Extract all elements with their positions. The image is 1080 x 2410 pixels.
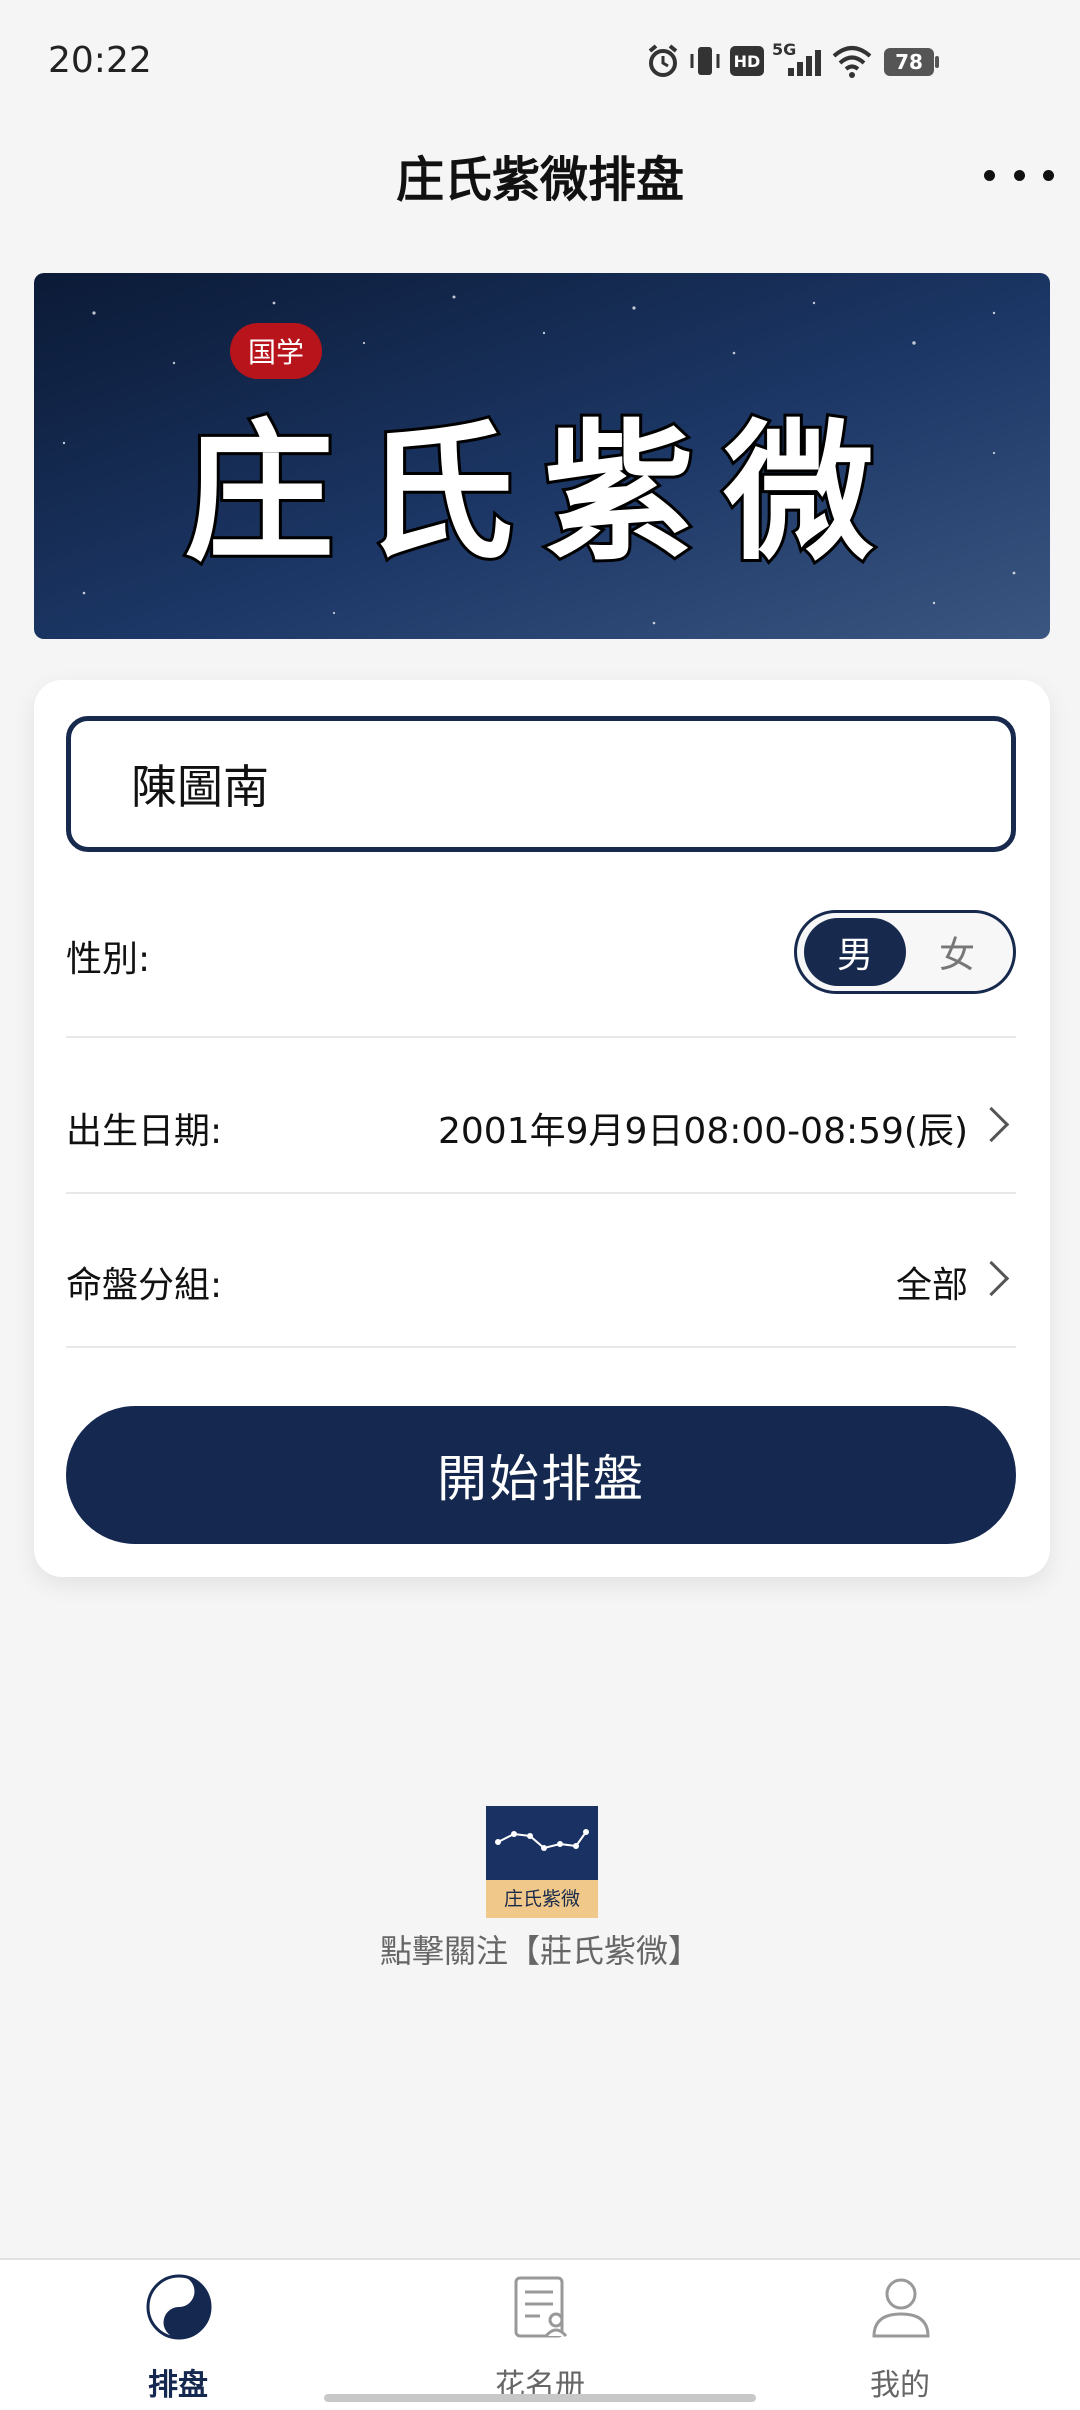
gender-option-male[interactable]: 男 <box>804 918 906 986</box>
chart-group-value: 全部 <box>895 1265 968 1306</box>
alarm-icon <box>648 44 678 77</box>
nav-label: 我的 <box>870 2368 930 2403</box>
banner-badge: 国学 <box>230 323 322 379</box>
status-bar: 20:22 HD 5G 78 <box>0 0 1080 120</box>
banner-title: 庄氏紫微 <box>181 402 904 584</box>
gender-option-female[interactable]: 女 <box>906 918 1008 986</box>
status-time: 20:22 <box>48 40 152 81</box>
vibrate-icon <box>690 47 720 75</box>
user-profile-icon <box>872 2278 930 2338</box>
banner[interactable]: 国学 庄氏紫微 <box>34 273 1050 639</box>
battery-tip <box>935 56 939 68</box>
birth-date-value: 2001年9月9日08:00-08:59(辰) <box>438 1111 968 1152</box>
page-title: 庄氏紫微排盘 <box>395 152 684 208</box>
chevron-right-icon <box>973 1106 1010 1143</box>
follow-logo[interactable]: 庄氏紫微 <box>486 1806 598 1918</box>
battery-icon: 78 <box>884 48 934 76</box>
dot <box>1043 169 1054 181</box>
battery-level: 78 <box>895 50 923 74</box>
chart-group-row[interactable]: 命盤分組: 全部 <box>66 1206 1016 1346</box>
home-indicator[interactable] <box>324 2394 756 2402</box>
nav-item-chart[interactable]: 排盘 <box>78 2264 278 2403</box>
chart-group-label: 命盤分組: <box>66 1265 223 1306</box>
dot <box>1013 169 1025 181</box>
follow-logo-text: 庄氏紫微 <box>503 1888 580 1910</box>
divider <box>66 1036 1016 1038</box>
more-dots-icon[interactable] <box>984 150 1054 200</box>
name-input[interactable] <box>66 716 1016 852</box>
5g-signal-icon <box>788 50 821 76</box>
nav-label: 排盘 <box>148 2368 208 2403</box>
chevron-right-icon <box>973 1260 1010 1297</box>
divider <box>66 1346 1016 1348</box>
dot <box>984 169 995 181</box>
divider <box>66 1192 1016 1194</box>
nav-item-profile[interactable]: 我的 <box>800 2264 1000 2403</box>
birth-date-row[interactable]: 出生日期: 2001年9月9日08:00-08:59(辰) <box>66 1050 1016 1190</box>
gender-label: 性別: <box>66 939 151 980</box>
nav-item-roster[interactable]: 花名册 <box>440 2264 640 2403</box>
yin-yang-icon <box>146 2274 212 2340</box>
start-chart-button[interactable]: 開始排盤 <box>66 1406 1016 1544</box>
hd-icon: HD <box>730 46 764 76</box>
birth-date-label: 出生日期: <box>66 1111 223 1152</box>
contact-list-icon <box>514 2276 568 2338</box>
follow-text[interactable]: 點擊關注【莊氏紫微】 <box>0 1926 1080 1972</box>
wifi-icon <box>832 46 872 78</box>
